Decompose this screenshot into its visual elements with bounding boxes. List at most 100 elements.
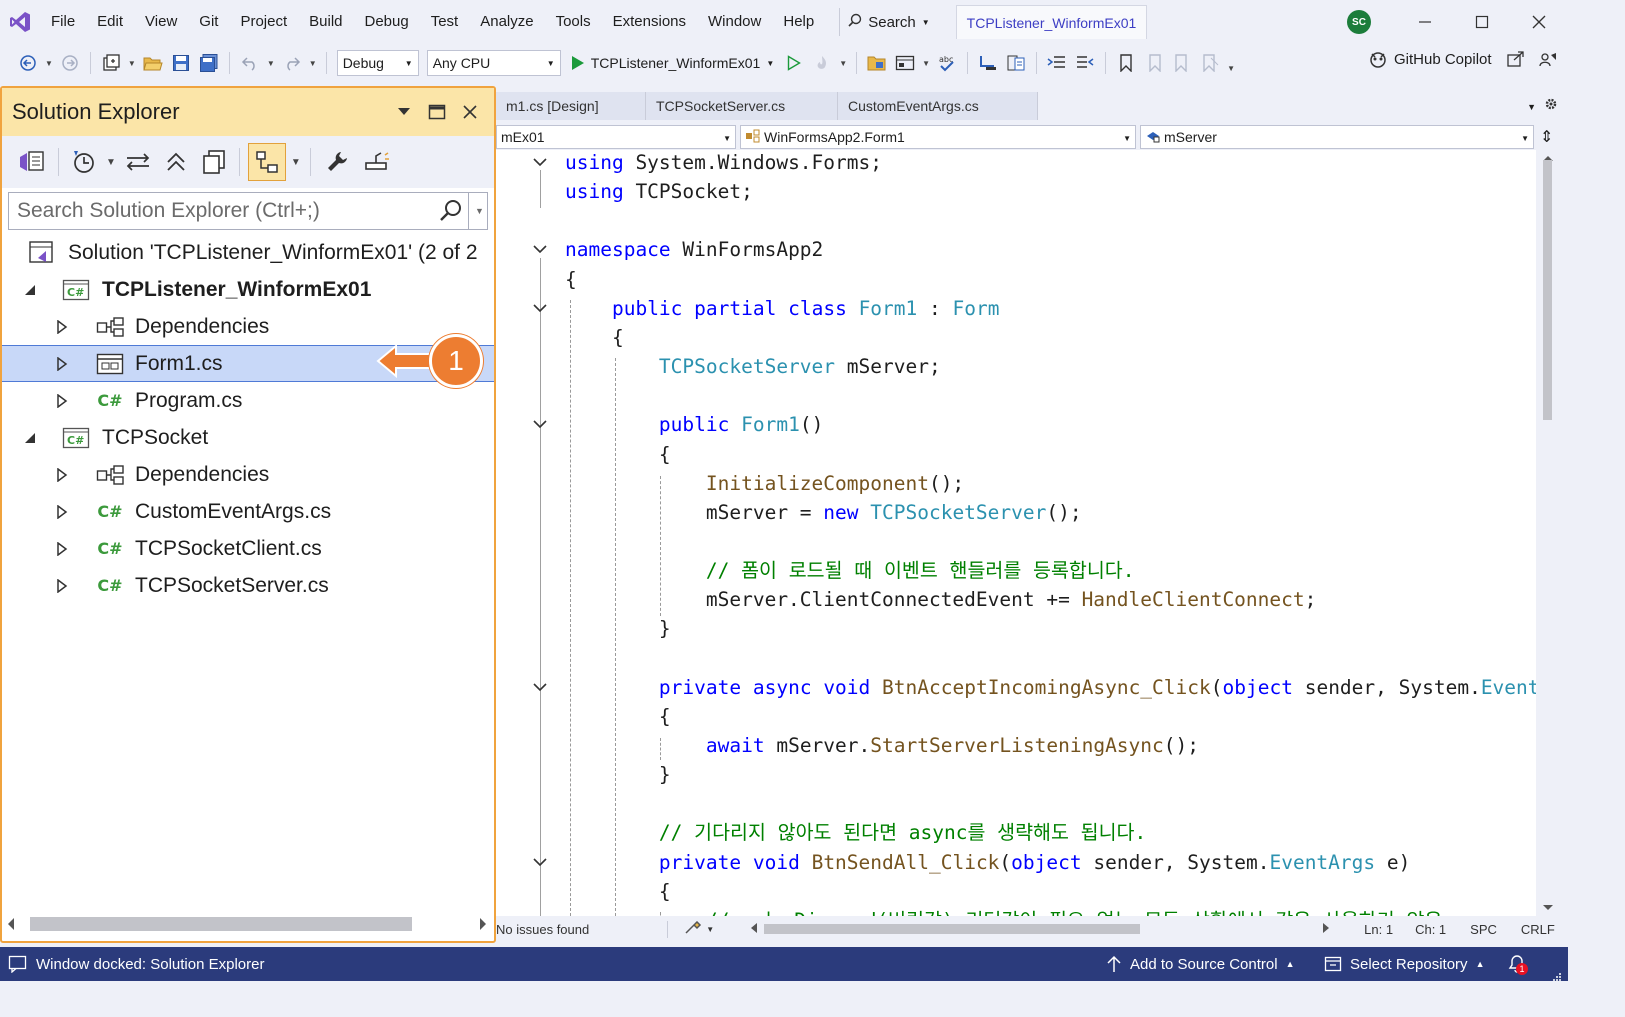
code-line[interactable]: // _ 는 Discard(버림값) 리턴값이 필요 없는 모든 상황에서 같… (565, 906, 1442, 916)
code-line[interactable]: InitializeComponent(); (565, 469, 964, 498)
code-line[interactable]: using System.Windows.Forms; (565, 150, 882, 177)
tab-tcpsocketserver[interactable]: TCPSocketServer.cs (646, 92, 838, 120)
format-document-icon[interactable] (1004, 51, 1028, 75)
chevron-down-icon[interactable]: ▼ (128, 59, 136, 68)
horizontal-scrollbar[interactable] (6, 914, 490, 934)
chevron-down-icon[interactable]: ▼ (1227, 64, 1235, 73)
global-search[interactable]: Search ▼ (839, 8, 937, 36)
menu-window[interactable]: Window (697, 8, 772, 36)
whitespace-mode[interactable]: SPC (1470, 922, 1497, 937)
preview-selected-items-icon[interactable] (359, 150, 395, 174)
code-line[interactable]: public partial class Form1 : Form (565, 294, 1000, 323)
start-debugging-button[interactable]: TCPListener_WinformEx01 ▼ (571, 55, 774, 71)
collapsed-arrow-icon[interactable] (54, 393, 70, 409)
gear-icon[interactable] (1544, 97, 1558, 114)
tree-item-tcpsocketclient[interactable]: C# TCPSocketClient.cs (2, 530, 494, 567)
redo-icon[interactable] (280, 51, 304, 75)
visual-studio-logo-icon[interactable] (0, 0, 40, 44)
menu-debug[interactable]: Debug (354, 8, 420, 36)
pending-changes-filter-icon[interactable] (67, 150, 101, 174)
collapse-all-icon[interactable] (159, 150, 193, 174)
chevron-down-icon[interactable]: ▼ (839, 59, 847, 68)
fold-toggle-icon[interactable] (532, 679, 548, 695)
tree-item-project-tcpsocket[interactable]: C# TCPSocket (2, 419, 494, 456)
menu-build[interactable]: Build (298, 8, 353, 36)
menu-git[interactable]: Git (188, 8, 229, 36)
code-line[interactable]: { (565, 323, 624, 352)
menu-test[interactable]: Test (420, 8, 470, 36)
feedback-icon[interactable] (1538, 50, 1558, 68)
code-line[interactable]: namespace WinFormsApp2 (565, 235, 823, 264)
scroll-right-icon[interactable] (1322, 922, 1330, 937)
hot-reload-icon[interactable] (810, 51, 834, 75)
close-panel-icon[interactable] (458, 100, 482, 124)
menu-view[interactable]: View (134, 8, 188, 36)
fold-toggle-icon[interactable] (532, 154, 548, 170)
spell-check-icon[interactable]: abc (935, 51, 959, 75)
code-line[interactable]: { (565, 265, 577, 294)
code-line[interactable]: public Form1() (565, 410, 823, 439)
show-all-files-icon[interactable] (197, 150, 231, 174)
tab-overflow-chevron-icon[interactable]: ▼ (1527, 102, 1536, 112)
code-line[interactable]: // 기다리지 않아도 된다면 async를 생략해도 됩니다. (565, 818, 1146, 847)
step-into-icon[interactable] (976, 51, 1000, 75)
chevron-down-icon[interactable]: ▼ (45, 59, 53, 68)
scroll-right-icon[interactable] (478, 917, 488, 931)
scroll-left-icon[interactable] (750, 922, 758, 937)
scroll-down-icon[interactable] (1538, 903, 1558, 913)
share-icon[interactable] (1506, 50, 1526, 68)
tree-item-project-tcplistener[interactable]: C# TCPListener_WinformEx01 (2, 271, 494, 308)
menu-file[interactable]: File (40, 8, 86, 36)
chevron-down-icon[interactable]: ▼ (267, 59, 275, 68)
search-options-chevron-icon[interactable]: ▼ (468, 193, 490, 229)
column-number[interactable]: Ch: 1 (1415, 922, 1446, 937)
code-line[interactable]: } (565, 760, 671, 789)
search-icon[interactable] (439, 199, 463, 229)
tab-form1-design[interactable]: m1.cs [Design] (496, 92, 646, 120)
scrollbar-thumb[interactable] (1543, 160, 1552, 420)
issues-status[interactable]: No issues found (496, 922, 589, 937)
expanded-arrow-icon[interactable] (22, 430, 38, 446)
github-copilot-button[interactable]: GitHub Copilot (1368, 50, 1558, 68)
menu-tools[interactable]: Tools (545, 8, 602, 36)
menu-analyze[interactable]: Analyze (469, 8, 544, 36)
collapsed-arrow-icon[interactable] (54, 578, 70, 594)
menu-project[interactable]: Project (229, 8, 298, 36)
open-folder-icon[interactable] (141, 51, 165, 75)
collapsed-arrow-icon[interactable] (54, 504, 70, 520)
new-project-icon[interactable] (99, 51, 123, 75)
split-editor-icon[interactable]: ⇕ (1540, 127, 1553, 147)
expanded-arrow-icon[interactable] (22, 282, 38, 298)
notifications-button[interactable]: 1 (1506, 953, 1528, 975)
folder-view-icon[interactable] (865, 51, 889, 75)
line-ending[interactable]: CRLF (1521, 922, 1555, 937)
resize-grip-icon[interactable] (1552, 969, 1562, 981)
avatar[interactable]: SC (1347, 10, 1371, 34)
maximize-icon[interactable] (1467, 8, 1497, 36)
code-line[interactable]: TCPSocketServer mServer; (565, 352, 941, 381)
code-line[interactable]: } (565, 614, 671, 643)
platform-select[interactable]: Any CPU ▼ (426, 50, 561, 76)
switch-views-icon[interactable] (247, 143, 286, 181)
tab-customeventargs[interactable]: CustomEventArgs.cs (838, 92, 1038, 120)
bookmark-icon[interactable] (1114, 51, 1138, 75)
chevron-down-icon[interactable]: ▼ (106, 157, 116, 168)
code-line[interactable]: mServer.ClientConnectedEvent += HandleCl… (565, 585, 1317, 614)
solution-explorer-title-bar[interactable]: Solution Explorer (2, 88, 494, 136)
code-line[interactable]: private void BtnSendAll_Click(object sen… (565, 848, 1410, 877)
type-nav-dropdown[interactable]: WinFormsApp2.Form1 ▼ (740, 125, 1136, 149)
properties-wrench-icon[interactable] (319, 150, 355, 174)
tree-item-program[interactable]: C# Program.cs (2, 382, 494, 419)
home-view-icon[interactable] (14, 150, 50, 174)
undo-icon[interactable] (238, 51, 262, 75)
menu-extensions[interactable]: Extensions (602, 8, 697, 36)
start-without-debugging-icon[interactable] (782, 51, 806, 75)
tree-item-customeventargs[interactable]: C# CustomEventArgs.cs (2, 493, 494, 530)
line-number[interactable]: Ln: 1 (1364, 922, 1393, 937)
configuration-select[interactable]: Debug ▼ (336, 50, 419, 76)
project-nav-dropdown[interactable]: mEx01 ▼ (496, 125, 736, 149)
tree-item-tcpsocketserver[interactable]: C# TCPSocketServer.cs (2, 567, 494, 604)
back-icon[interactable] (16, 51, 40, 75)
window-layout-icon[interactable] (893, 51, 917, 75)
code-editor[interactable]: using System.Windows.Forms; using TCPSock… (496, 150, 1536, 916)
